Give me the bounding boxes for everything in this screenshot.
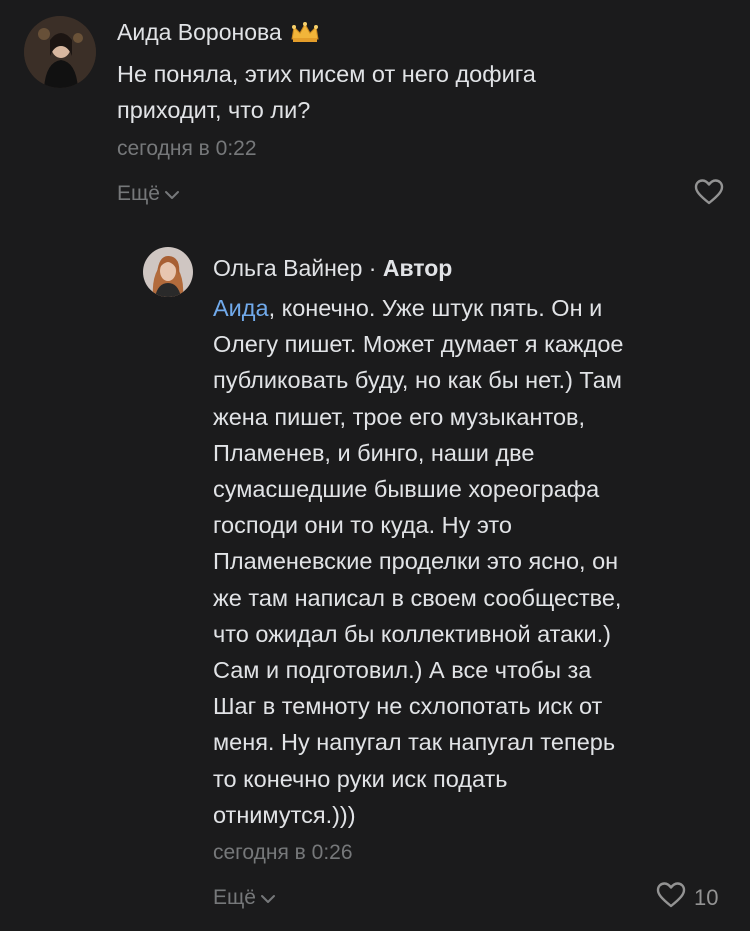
chevron-down-icon [260, 885, 276, 911]
heart-icon [694, 178, 724, 212]
more-button[interactable]: Ещё [213, 885, 276, 911]
mention-link[interactable]: Аида [213, 295, 269, 321]
comment-author-row: Аида Воронова [117, 18, 320, 49]
avatar[interactable] [24, 16, 96, 88]
comment-author-row: Ольга Вайнер · Автор [213, 254, 452, 282]
heart-icon [656, 881, 686, 915]
author-role-badge: Автор [382, 255, 453, 281]
like-button[interactable]: 10 [656, 881, 718, 915]
reply-comment: Ольга Вайнер · Автор Аида, конечно. Уже … [0, 230, 750, 931]
comment: Аида Воронова Не поняла, этих писем от н… [0, 0, 750, 230]
comment-body: , конечно. Уже штук пять. Он и Олегу пиш… [213, 295, 624, 828]
separator: · [368, 255, 377, 281]
comment-text: Не поняла, этих писем от него дофига при… [117, 61, 536, 124]
like-count: 10 [694, 885, 719, 910]
more-label: Ещё [117, 182, 160, 205]
like-button[interactable] [694, 178, 724, 212]
avatar[interactable] [143, 247, 193, 297]
more-label: Ещё [213, 886, 256, 909]
chevron-down-icon [164, 181, 180, 207]
author-name[interactable]: Аида Воронова [117, 19, 282, 45]
comment-time: сегодня в 0:26 [213, 841, 353, 864]
comment-time: сегодня в 0:22 [117, 137, 257, 160]
crown-icon [290, 21, 320, 49]
more-button[interactable]: Ещё [117, 181, 180, 207]
author-name[interactable]: Ольга Вайнер [213, 255, 362, 281]
comment-text: Аида, конечно. Уже штук пять. Он и Олегу… [213, 290, 743, 833]
